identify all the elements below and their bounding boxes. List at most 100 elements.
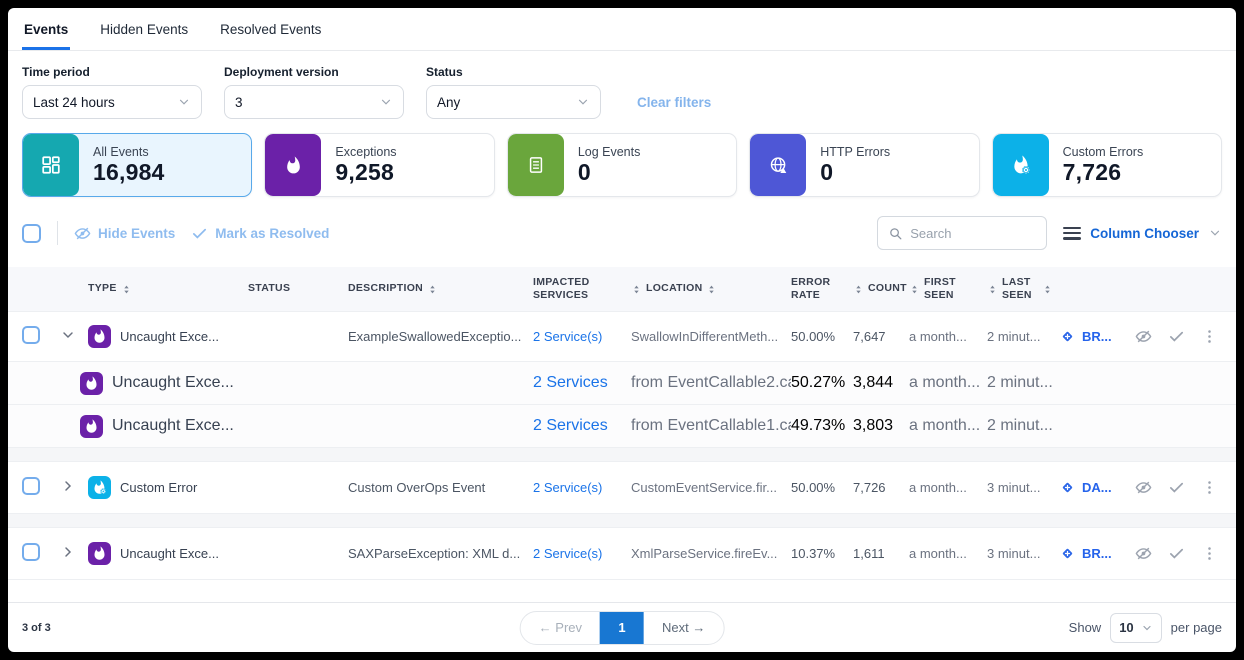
column-chooser-button[interactable]: Column Chooser (1063, 226, 1222, 241)
tab-events[interactable]: Events (22, 8, 70, 50)
card-label: Log Events (578, 145, 641, 159)
jira-key[interactable]: BR... (1082, 329, 1112, 344)
table-subrow[interactable]: Uncaught Exce... 2 Services from EventCa… (8, 404, 1236, 447)
jira-link[interactable]: BR... (1059, 545, 1135, 562)
prev-page-button[interactable]: ← Prev (521, 620, 600, 635)
search-input[interactable] (910, 226, 1036, 241)
table-row[interactable]: Uncaught Exce... SAXParseException: XML … (8, 527, 1236, 579)
resolve-event-icon[interactable] (1168, 479, 1185, 496)
page-1-button[interactable]: 1 (600, 611, 644, 645)
impacted-services-link[interactable]: 2 Services (533, 417, 631, 435)
column-chooser-label: Column Chooser (1090, 226, 1199, 241)
card-exceptions[interactable]: Exceptions 9,258 (264, 133, 494, 197)
jira-issue-icon (1059, 479, 1076, 496)
document-icon (508, 134, 564, 196)
card-custom-errors[interactable]: Custom Errors 7,726 (992, 133, 1222, 197)
card-label: HTTP Errors (820, 145, 890, 159)
card-http-errors[interactable]: HTTP Errors 0 (749, 133, 979, 197)
event-count: 7,647 (853, 329, 909, 344)
row-checkbox[interactable] (22, 477, 40, 495)
impacted-services-link[interactable]: 2 Services (533, 374, 631, 392)
table-footer: 3 of 3 ← Prev 1 Next → Show 10 per page (8, 602, 1236, 652)
chevron-down-icon (1141, 622, 1153, 634)
impacted-services-link[interactable]: 2 Service(s) (533, 329, 631, 344)
jira-key[interactable]: BR... (1082, 546, 1112, 561)
next-page-button[interactable]: Next → (644, 620, 723, 635)
event-error-rate: 50.00% (791, 329, 853, 344)
hide-event-icon[interactable] (1135, 479, 1152, 496)
event-type-label: Custom Error (120, 480, 197, 495)
tab-resolved-events[interactable]: Resolved Events (218, 8, 323, 50)
grid-icon (23, 134, 79, 196)
event-count: 7,726 (853, 480, 909, 495)
sort-icon[interactable] (909, 283, 920, 296)
event-location: SwallowInDifferentMeth... (631, 329, 791, 344)
select-all-checkbox[interactable] (22, 224, 41, 243)
sort-icon[interactable] (631, 283, 642, 296)
chevron-right-icon[interactable] (60, 478, 76, 494)
event-error-rate: 10.37% (791, 546, 853, 561)
page-size-control: Show 10 per page (1069, 613, 1222, 643)
table-row[interactable]: Uncaught Exce... ExampleSwallowedExcepti… (8, 311, 1236, 361)
sort-icon[interactable] (987, 283, 998, 296)
tab-hidden-events[interactable]: Hidden Events (98, 8, 190, 50)
impacted-services-link[interactable]: 2 Service(s) (533, 546, 631, 561)
card-all-events[interactable]: All Events 16,984 (22, 133, 252, 197)
event-type: Uncaught Exce... (88, 542, 248, 565)
jira-link[interactable]: DA... (1059, 479, 1135, 496)
mark-resolved-button[interactable]: Mark as Resolved (191, 225, 329, 242)
col-label: TYPE (88, 282, 117, 295)
time-period-select[interactable]: Last 24 hours (22, 85, 202, 119)
col-last-seen[interactable]: LAST SEEN (987, 276, 1059, 302)
flame-gear-icon (993, 134, 1049, 196)
deployment-version-select[interactable]: 3 (224, 85, 404, 119)
event-last-seen: 2 minut... (987, 374, 1059, 392)
col-label: LOCATION (646, 282, 702, 295)
event-type-label: Uncaught Exce... (112, 417, 234, 435)
col-location[interactable]: LOCATION (631, 282, 791, 295)
stat-cards: All Events 16,984 Exceptions 9,258 Log E… (8, 119, 1236, 197)
resolve-event-icon[interactable] (1168, 545, 1185, 562)
row-checkbox[interactable] (22, 326, 40, 344)
sort-icon[interactable] (427, 283, 438, 296)
status-select[interactable]: Any (426, 85, 601, 119)
event-count: 1,611 (853, 546, 909, 561)
col-first-seen[interactable]: FIRST SEEN (909, 276, 987, 302)
col-label: LAST SEEN (1002, 276, 1038, 302)
event-first-seen: a month... (909, 329, 987, 344)
eye-slash-icon (74, 225, 91, 242)
col-description[interactable]: DESCRIPTION (348, 282, 533, 295)
event-error-rate: 50.00% (791, 480, 853, 495)
sort-icon[interactable] (853, 283, 864, 296)
chevron-down-icon (576, 95, 590, 109)
hide-events-button[interactable]: Hide Events (74, 225, 175, 242)
card-log-events[interactable]: Log Events 0 (507, 133, 737, 197)
hide-event-icon[interactable] (1135, 545, 1152, 562)
hide-event-icon[interactable] (1135, 328, 1152, 345)
table-row[interactable]: Custom Error Custom OverOps Event 2 Serv… (8, 461, 1236, 513)
col-label: FIRST SEEN (924, 276, 981, 302)
card-value: 16,984 (93, 159, 165, 185)
jira-key[interactable]: DA... (1082, 480, 1112, 495)
sort-icon[interactable] (1042, 283, 1053, 296)
deployment-version-value: 3 (235, 95, 243, 110)
col-type[interactable]: TYPE (88, 282, 248, 295)
table-subrow[interactable]: Uncaught Exce... 2 Services from EventCa… (8, 361, 1236, 404)
jira-link[interactable]: BR... (1059, 328, 1135, 345)
group-separator (8, 513, 1236, 527)
chevron-down-icon[interactable] (60, 327, 76, 343)
chevron-right-icon[interactable] (60, 544, 76, 560)
row-menu-icon[interactable] (1201, 479, 1218, 496)
resolve-event-icon[interactable] (1168, 328, 1185, 345)
card-body: Log Events 0 (564, 134, 655, 196)
page-size-select[interactable]: 10 (1110, 613, 1161, 643)
sort-icon[interactable] (706, 283, 717, 296)
chevron-down-icon (379, 95, 393, 109)
row-checkbox[interactable] (22, 543, 40, 561)
impacted-services-link[interactable]: 2 Service(s) (533, 480, 631, 495)
row-menu-icon[interactable] (1201, 328, 1218, 345)
col-count[interactable]: COUNT (853, 282, 909, 295)
clear-filters-link[interactable]: Clear filters (637, 95, 711, 110)
sort-icon[interactable] (121, 283, 132, 296)
row-menu-icon[interactable] (1201, 545, 1218, 562)
